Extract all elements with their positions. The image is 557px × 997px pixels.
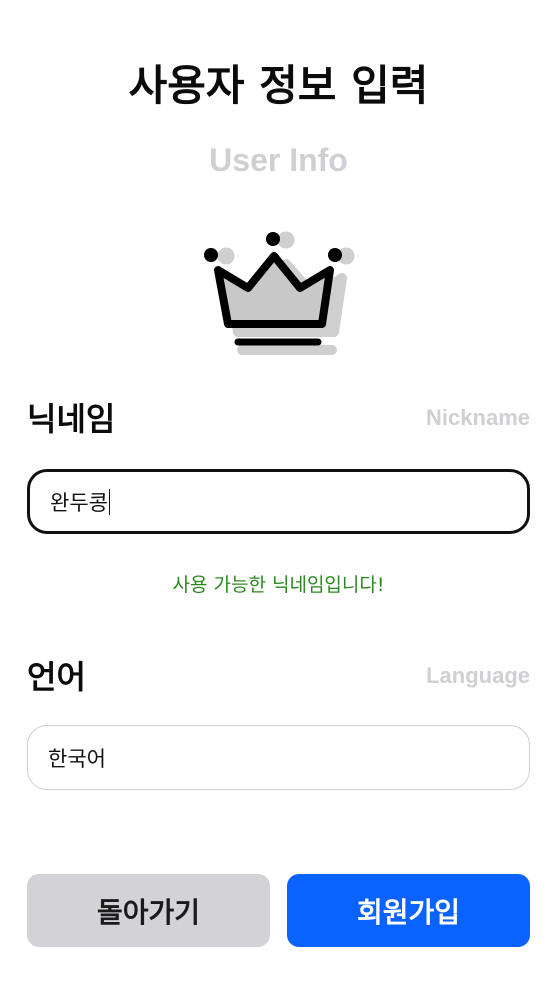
text-caret	[108, 488, 110, 515]
back-button[interactable]: 돌아가기	[27, 874, 270, 947]
page-subtitle: User Info	[209, 142, 348, 178]
language-select[interactable]: 한국어	[27, 725, 530, 790]
language-label-en: Language	[426, 663, 530, 688]
nickname-input[interactable]: 완두콩	[27, 469, 530, 534]
nickname-status-message: 사용 가능한 닉네임입니다!	[172, 574, 385, 596]
signup-button[interactable]: 회원가입	[287, 874, 530, 947]
crown-icon	[204, 231, 355, 355]
language-label: 언어	[27, 658, 86, 696]
page-title: 사용자 정보 입력	[128, 61, 429, 110]
nickname-input-value: 완두콩	[50, 490, 108, 515]
nickname-label: 닉네임	[27, 400, 116, 438]
language-select-value: 한국어	[48, 746, 106, 771]
nickname-label-en: Nickname	[426, 405, 530, 430]
